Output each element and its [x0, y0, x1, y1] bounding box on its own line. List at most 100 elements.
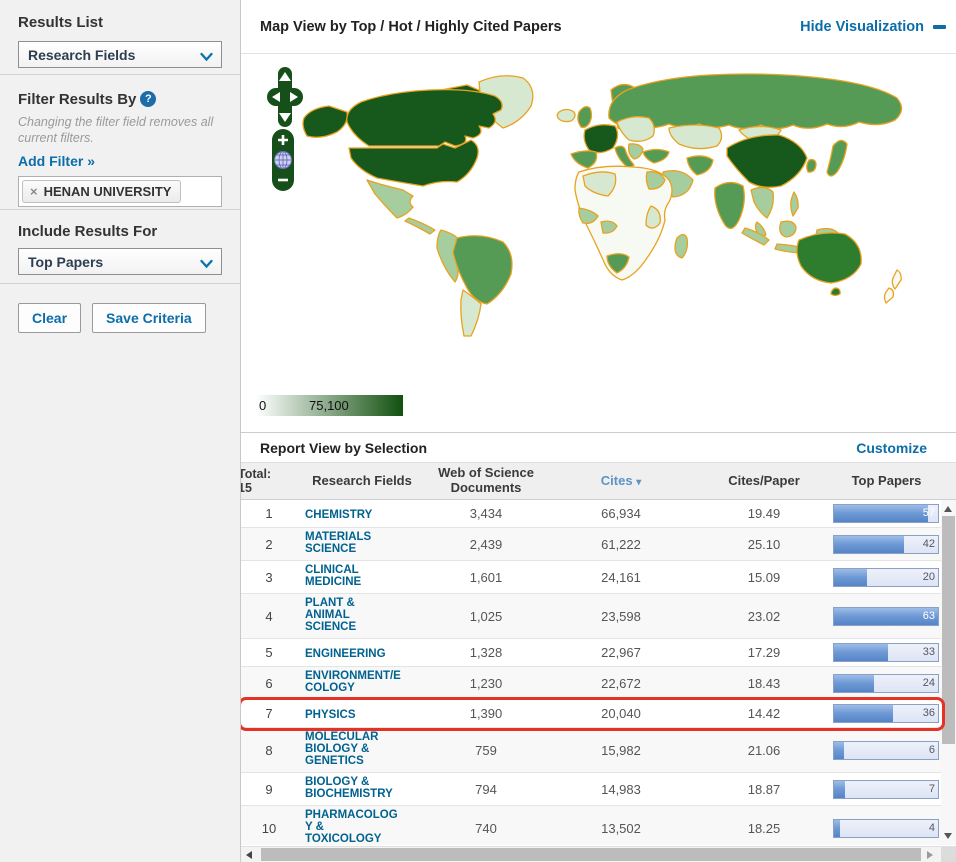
row-cites-per-paper: 18.87	[697, 782, 831, 797]
results-list-dropdown[interactable]: Research Fields	[18, 41, 222, 68]
research-field-link[interactable]: BIOLOGY & BIOCHEMISTRY	[305, 776, 401, 800]
map-title: Map View by Top / Hot / Highly Cited Pap…	[260, 19, 562, 35]
scroll-left-icon[interactable]	[246, 851, 252, 859]
vertical-scroll-thumb[interactable]	[942, 516, 955, 744]
research-field-link[interactable]: PLANT & ANIMAL SCIENCE	[305, 597, 401, 633]
save-criteria-button[interactable]: Save Criteria	[92, 303, 206, 333]
include-dropdown[interactable]: Top Papers	[18, 248, 222, 275]
table-row[interactable]: 3 CLINICAL MEDICINE 1,601 24,161 15.09 2…	[241, 561, 942, 594]
filter-tag[interactable]: × HENAN UNIVERSITY	[22, 180, 181, 203]
map-country-new-zealand[interactable]	[885, 270, 902, 303]
horizontal-scroll-thumb[interactable]	[261, 848, 921, 861]
map-country-canada[interactable]	[347, 90, 502, 146]
chevron-down-icon	[199, 50, 214, 68]
research-field-link[interactable]: ENVIRONMENT/ECOLOGY	[305, 670, 401, 694]
map-country-spain[interactable]	[571, 151, 597, 168]
map-country-japan[interactable]	[827, 140, 847, 176]
col-header-wos-documents[interactable]: Web of Science Documents	[427, 466, 545, 496]
row-docs: 2,439	[427, 537, 545, 552]
map-country-korea[interactable]	[807, 160, 816, 173]
table-row[interactable]: 2 MATERIALS SCIENCE 2,439 61,222 25.10 4…	[241, 528, 942, 561]
add-filter-link[interactable]: Add Filter »	[18, 153, 222, 169]
map-country-eastern-europe[interactable]	[617, 117, 654, 142]
table-row[interactable]: 10 PHARMACOLOGY & TOXICOLOGY 740 13,502 …	[241, 806, 942, 845]
filter-heading: Filter Results By?	[18, 91, 222, 108]
scroll-right-icon[interactable]	[927, 851, 933, 859]
report-title: Report View by Selection	[260, 440, 427, 456]
map-island-tasmania[interactable]	[831, 288, 840, 296]
top-papers-bar[interactable]: 63	[833, 607, 939, 626]
research-field-link[interactable]: PHARMACOLOGY & TOXICOLOGY	[305, 809, 401, 845]
map-country-balkans[interactable]	[629, 144, 643, 159]
col-header-top-papers[interactable]: Top Papers	[831, 474, 942, 489]
col-header-research-fields[interactable]: Research Fields	[297, 474, 427, 489]
map-zoom-control[interactable]	[271, 128, 295, 192]
map-region-indochina[interactable]	[751, 187, 773, 218]
research-field-link[interactable]: MOLECULAR BIOLOGY & GENETICS	[305, 731, 401, 767]
research-field-link[interactable]: CLINICAL MEDICINE	[305, 564, 401, 588]
table-row[interactable]: 6 ENVIRONMENT/ECOLOGY 1,230 22,672 18.43…	[241, 667, 942, 700]
top-papers-bar[interactable]: 24	[833, 674, 939, 693]
sort-desc-icon: ▾	[636, 477, 641, 488]
remove-filter-icon[interactable]: ×	[30, 184, 38, 199]
row-cites: 23,598	[545, 609, 697, 624]
table-row[interactable]: 1 CHEMISTRY 3,434 66,934 19.49 57	[241, 500, 942, 528]
clear-button[interactable]: Clear	[18, 303, 81, 333]
row-docs: 759	[427, 743, 545, 758]
row-cites-per-paper: 18.43	[697, 676, 831, 691]
table-row[interactable]: 8 MOLECULAR BIOLOGY & GENETICS 759 15,98…	[241, 728, 942, 773]
horizontal-scrollbar[interactable]	[241, 846, 956, 862]
map-country-usa[interactable]	[349, 140, 478, 186]
table-row[interactable]: 9 BIOLOGY & BIOCHEMISTRY 794 14,983 18.8…	[241, 773, 942, 806]
include-heading: Include Results For	[18, 223, 222, 240]
top-papers-bar[interactable]: 6	[833, 741, 939, 760]
row-rank: 5	[241, 645, 297, 660]
map-country-mexico[interactable]	[367, 180, 413, 218]
top-papers-bar[interactable]: 57	[833, 504, 939, 523]
map-country-turkey[interactable]	[643, 150, 669, 164]
map-country-russia[interactable]	[609, 74, 902, 129]
map-country-philippines[interactable]	[791, 192, 798, 216]
map-country-uk[interactable]	[578, 107, 592, 128]
map-country-india[interactable]	[715, 182, 745, 228]
top-papers-bar[interactable]: 20	[833, 568, 939, 587]
table-row[interactable]: 7 PHYSICS 1,390 20,040 14.42 36	[241, 700, 942, 728]
table-row[interactable]: 4 PLANT & ANIMAL SCIENCE 1,025 23,598 23…	[241, 594, 942, 639]
research-field-link[interactable]: ENGINEERING	[305, 648, 401, 660]
map-island-borneo[interactable]	[780, 221, 796, 237]
map-country-australia[interactable]	[797, 233, 861, 283]
map-legend-gradient: 0 75,100	[256, 395, 403, 416]
include-dropdown-value: Top Papers	[28, 254, 103, 270]
map-country-iran[interactable]	[687, 156, 713, 175]
include-section: Include Results For Top Papers	[0, 210, 240, 284]
top-papers-bar[interactable]: 4	[833, 819, 939, 838]
help-icon[interactable]: ?	[140, 91, 156, 107]
top-papers-bar[interactable]: 42	[833, 535, 939, 554]
scroll-up-icon[interactable]	[944, 506, 952, 512]
map-country-madagascar[interactable]	[675, 235, 687, 259]
map-country-china[interactable]	[727, 135, 807, 187]
scroll-down-icon[interactable]	[944, 833, 952, 839]
hide-visualization-link[interactable]: Hide Visualization	[800, 19, 946, 35]
col-header-cites-per-paper[interactable]: Cites/Paper	[697, 474, 831, 489]
map-country-alaska[interactable]	[303, 106, 347, 137]
top-papers-bar[interactable]: 33	[833, 643, 939, 662]
row-cites-per-paper: 19.49	[697, 506, 831, 521]
research-field-link[interactable]: PHYSICS	[305, 709, 401, 721]
research-field-link[interactable]: CHEMISTRY	[305, 509, 401, 521]
table-row[interactable]: 5 ENGINEERING 1,328 22,967 17.29 33	[241, 639, 942, 667]
results-list-section: Results List Research Fields	[0, 0, 240, 75]
customize-link[interactable]: Customize	[856, 440, 927, 456]
map-country-iceland[interactable]	[557, 110, 575, 122]
map-country-kazakhstan[interactable]	[669, 125, 722, 149]
top-papers-bar[interactable]: 7	[833, 780, 939, 799]
research-field-link[interactable]: MATERIALS SCIENCE	[305, 531, 401, 555]
table-vertical-scrollbar[interactable]	[941, 500, 956, 845]
row-cites: 24,161	[545, 570, 697, 585]
map-pan-control[interactable]	[266, 66, 304, 128]
top-papers-bar[interactable]: 36	[833, 704, 939, 723]
map-country-central-america[interactable]	[405, 218, 435, 234]
map-country-western-europe[interactable]	[584, 125, 617, 153]
col-header-cites[interactable]: Cites ▾	[545, 474, 697, 489]
row-docs: 1,601	[427, 570, 545, 585]
